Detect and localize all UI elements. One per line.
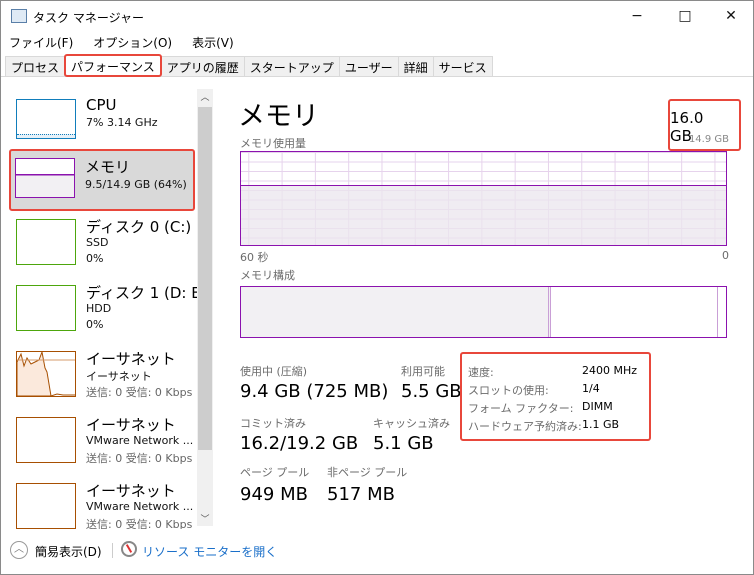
cpu-thumbnail <box>16 99 76 139</box>
open-resource-monitor-link[interactable]: リソース モニターを開く <box>142 543 277 560</box>
ethernet-graph <box>17 352 75 396</box>
cached-value: 5.1 GB <box>373 433 434 454</box>
sidebar: CPU 7% 3.14 GHz メモリ 9.5/14.9 GB (64%) ディ… <box>1 89 197 529</box>
usage-max: 14.9 GB <box>688 134 729 145</box>
available-value: 5.5 GB <box>401 381 462 402</box>
sidebar-item-name: イーサネット <box>86 482 176 500</box>
sidebar-item-detail: 送信: 0 受信: 0 Kbps <box>86 518 193 529</box>
sidebar-item-detail: イーサネット <box>86 370 152 383</box>
tab-performance[interactable]: パフォーマンス <box>64 54 162 77</box>
disk-thumbnail <box>16 219 76 265</box>
sidebar-item-ethernet-1[interactable]: イーサネット イーサネット 送信: 0 受信: 0 Kbps <box>9 346 195 408</box>
sidebar-item-detail: 送信: 0 受信: 0 Kbps <box>86 386 193 399</box>
sidebar-item-detail: HDD <box>86 302 112 315</box>
menu-file[interactable]: ファイル(F) <box>9 34 73 51</box>
hw-reserved-value: 1.1 GB <box>582 418 620 431</box>
committed-value: 16.2/19.2 GB <box>240 433 359 454</box>
paged-pool-value: 949 MB <box>240 484 308 505</box>
tab-processes[interactable]: プロセス <box>5 56 66 77</box>
slots-label: スロットの使用: <box>468 384 549 397</box>
window-title: タスク マネージャー <box>33 11 144 25</box>
fewer-details-icon[interactable]: ︿ <box>10 541 28 559</box>
sidebar-item-name: ディスク 1 (D: E: F <box>86 284 197 302</box>
time-left-label: 60 秒 <box>240 251 269 264</box>
sidebar-item-detail: 送信: 0 受信: 0 Kbps <box>86 452 193 465</box>
capacity-highlight: 16.0 GB 14.9 GB <box>668 99 741 151</box>
scroll-down-icon[interactable]: ﹀ <box>197 512 213 525</box>
tab-services[interactable]: サービス <box>432 56 493 77</box>
sidebar-item-name: メモリ <box>85 158 131 176</box>
form-factor-label: フォーム ファクター: <box>468 402 574 415</box>
memory-usage-graph <box>240 151 727 246</box>
sidebar-item-memory[interactable]: メモリ 9.5/14.9 GB (64%) <box>9 149 195 211</box>
paged-pool-label: ページ プール <box>240 466 310 479</box>
tab-startup[interactable]: スタートアップ <box>243 56 340 77</box>
usage-graph-label: メモリ使用量 <box>240 137 306 150</box>
memory-composition-bar <box>240 286 727 338</box>
sidebar-item-name: CPU <box>86 96 117 114</box>
sidebar-item-detail: 0% <box>86 252 104 265</box>
minimize-button[interactable]: − <box>614 1 660 31</box>
sidebar-item-cpu[interactable]: CPU 7% 3.14 GHz <box>9 94 195 156</box>
disk-thumbnail <box>16 285 76 331</box>
nonpaged-pool-value: 517 MB <box>327 484 395 505</box>
sidebar-item-name: ディスク 0 (C:) <box>86 218 192 236</box>
sidebar-item-disk1[interactable]: ディスク 1 (D: E: F HDD 0% <box>9 280 197 342</box>
sidebar-item-detail: 0% <box>86 318 104 331</box>
cached-label: キャッシュ済み <box>373 417 450 430</box>
sidebar-item-detail: VMware Network ... <box>86 434 194 447</box>
composition-standby-edge <box>717 287 718 337</box>
task-manager-window: タスク マネージャー − □ ✕ ファイル(F) オプション(O) 表示(V) … <box>0 0 754 575</box>
sidebar-item-name: イーサネット <box>86 416 176 434</box>
maximize-button[interactable]: □ <box>662 1 708 31</box>
speed-value: 2400 MHz <box>582 364 638 377</box>
sidebar-item-detail: VMware Network ... <box>86 500 194 513</box>
in-use-label: 使用中 (圧縮) <box>240 365 308 378</box>
hw-reserved-label: ハードウェア予約済み: <box>468 420 582 433</box>
sidebar-item-detail: 9.5/14.9 GB (64%) <box>85 178 187 191</box>
scrollbar-thumb[interactable] <box>198 107 212 450</box>
composition-label: メモリ構成 <box>240 269 295 282</box>
menu-bar: ファイル(F) オプション(O) 表示(V) <box>9 34 234 51</box>
ethernet-thumbnail <box>16 483 76 529</box>
close-button[interactable]: ✕ <box>708 1 754 31</box>
speed-label: 速度: <box>468 366 494 379</box>
scroll-up-icon[interactable]: ︿ <box>197 90 213 103</box>
fewer-details-button[interactable]: 簡易表示(D) <box>35 543 102 560</box>
ethernet-thumbnail <box>16 417 76 463</box>
sidebar-item-detail: SSD <box>86 236 109 249</box>
committed-label: コミット済み <box>240 417 306 430</box>
menu-view[interactable]: 表示(V) <box>192 34 234 51</box>
sidebar-item-detail: 7% 3.14 GHz <box>86 116 158 129</box>
form-factor-value: DIMM <box>582 400 613 413</box>
page-title: メモリ <box>238 101 319 132</box>
memory-details-box: 速度: 2400 MHz スロットの使用: 1/4 フォーム ファクター: DI… <box>460 352 651 441</box>
memory-usage-fill <box>241 185 726 245</box>
available-label: 利用可能 <box>401 365 445 378</box>
resource-monitor-icon <box>121 541 137 557</box>
composition-in-use <box>241 287 551 337</box>
in-use-value: 9.4 GB (725 MB) <box>240 381 389 402</box>
sidebar-item-disk0[interactable]: ディスク 0 (C:) SSD 0% <box>9 214 195 276</box>
slots-value: 1/4 <box>582 382 600 395</box>
tab-app-history[interactable]: アプリの履歴 <box>160 56 245 77</box>
sidebar-item-ethernet-2[interactable]: イーサネット VMware Network ... 送信: 0 受信: 0 Kb… <box>9 412 195 474</box>
time-right-label: 0 <box>722 249 729 262</box>
tab-bar: プロセス パフォーマンス アプリの履歴 スタートアップ ユーザー 詳細 サービス <box>5 54 493 77</box>
footer-divider <box>112 543 113 558</box>
sidebar-item-name: イーサネット <box>86 350 176 368</box>
nonpaged-pool-label: 非ページ プール <box>327 466 408 479</box>
ethernet-thumbnail <box>16 351 76 397</box>
memory-thumbnail <box>15 158 75 198</box>
tab-users[interactable]: ユーザー <box>338 56 399 77</box>
app-icon <box>11 9 27 23</box>
tab-details[interactable]: 詳細 <box>397 56 434 77</box>
sidebar-scrollbar[interactable]: ︿ ﹀ <box>197 89 213 526</box>
sidebar-item-ethernet-3[interactable]: イーサネット VMware Network ... 送信: 0 受信: 0 Kb… <box>9 478 195 529</box>
menu-options[interactable]: オプション(O) <box>93 34 172 51</box>
